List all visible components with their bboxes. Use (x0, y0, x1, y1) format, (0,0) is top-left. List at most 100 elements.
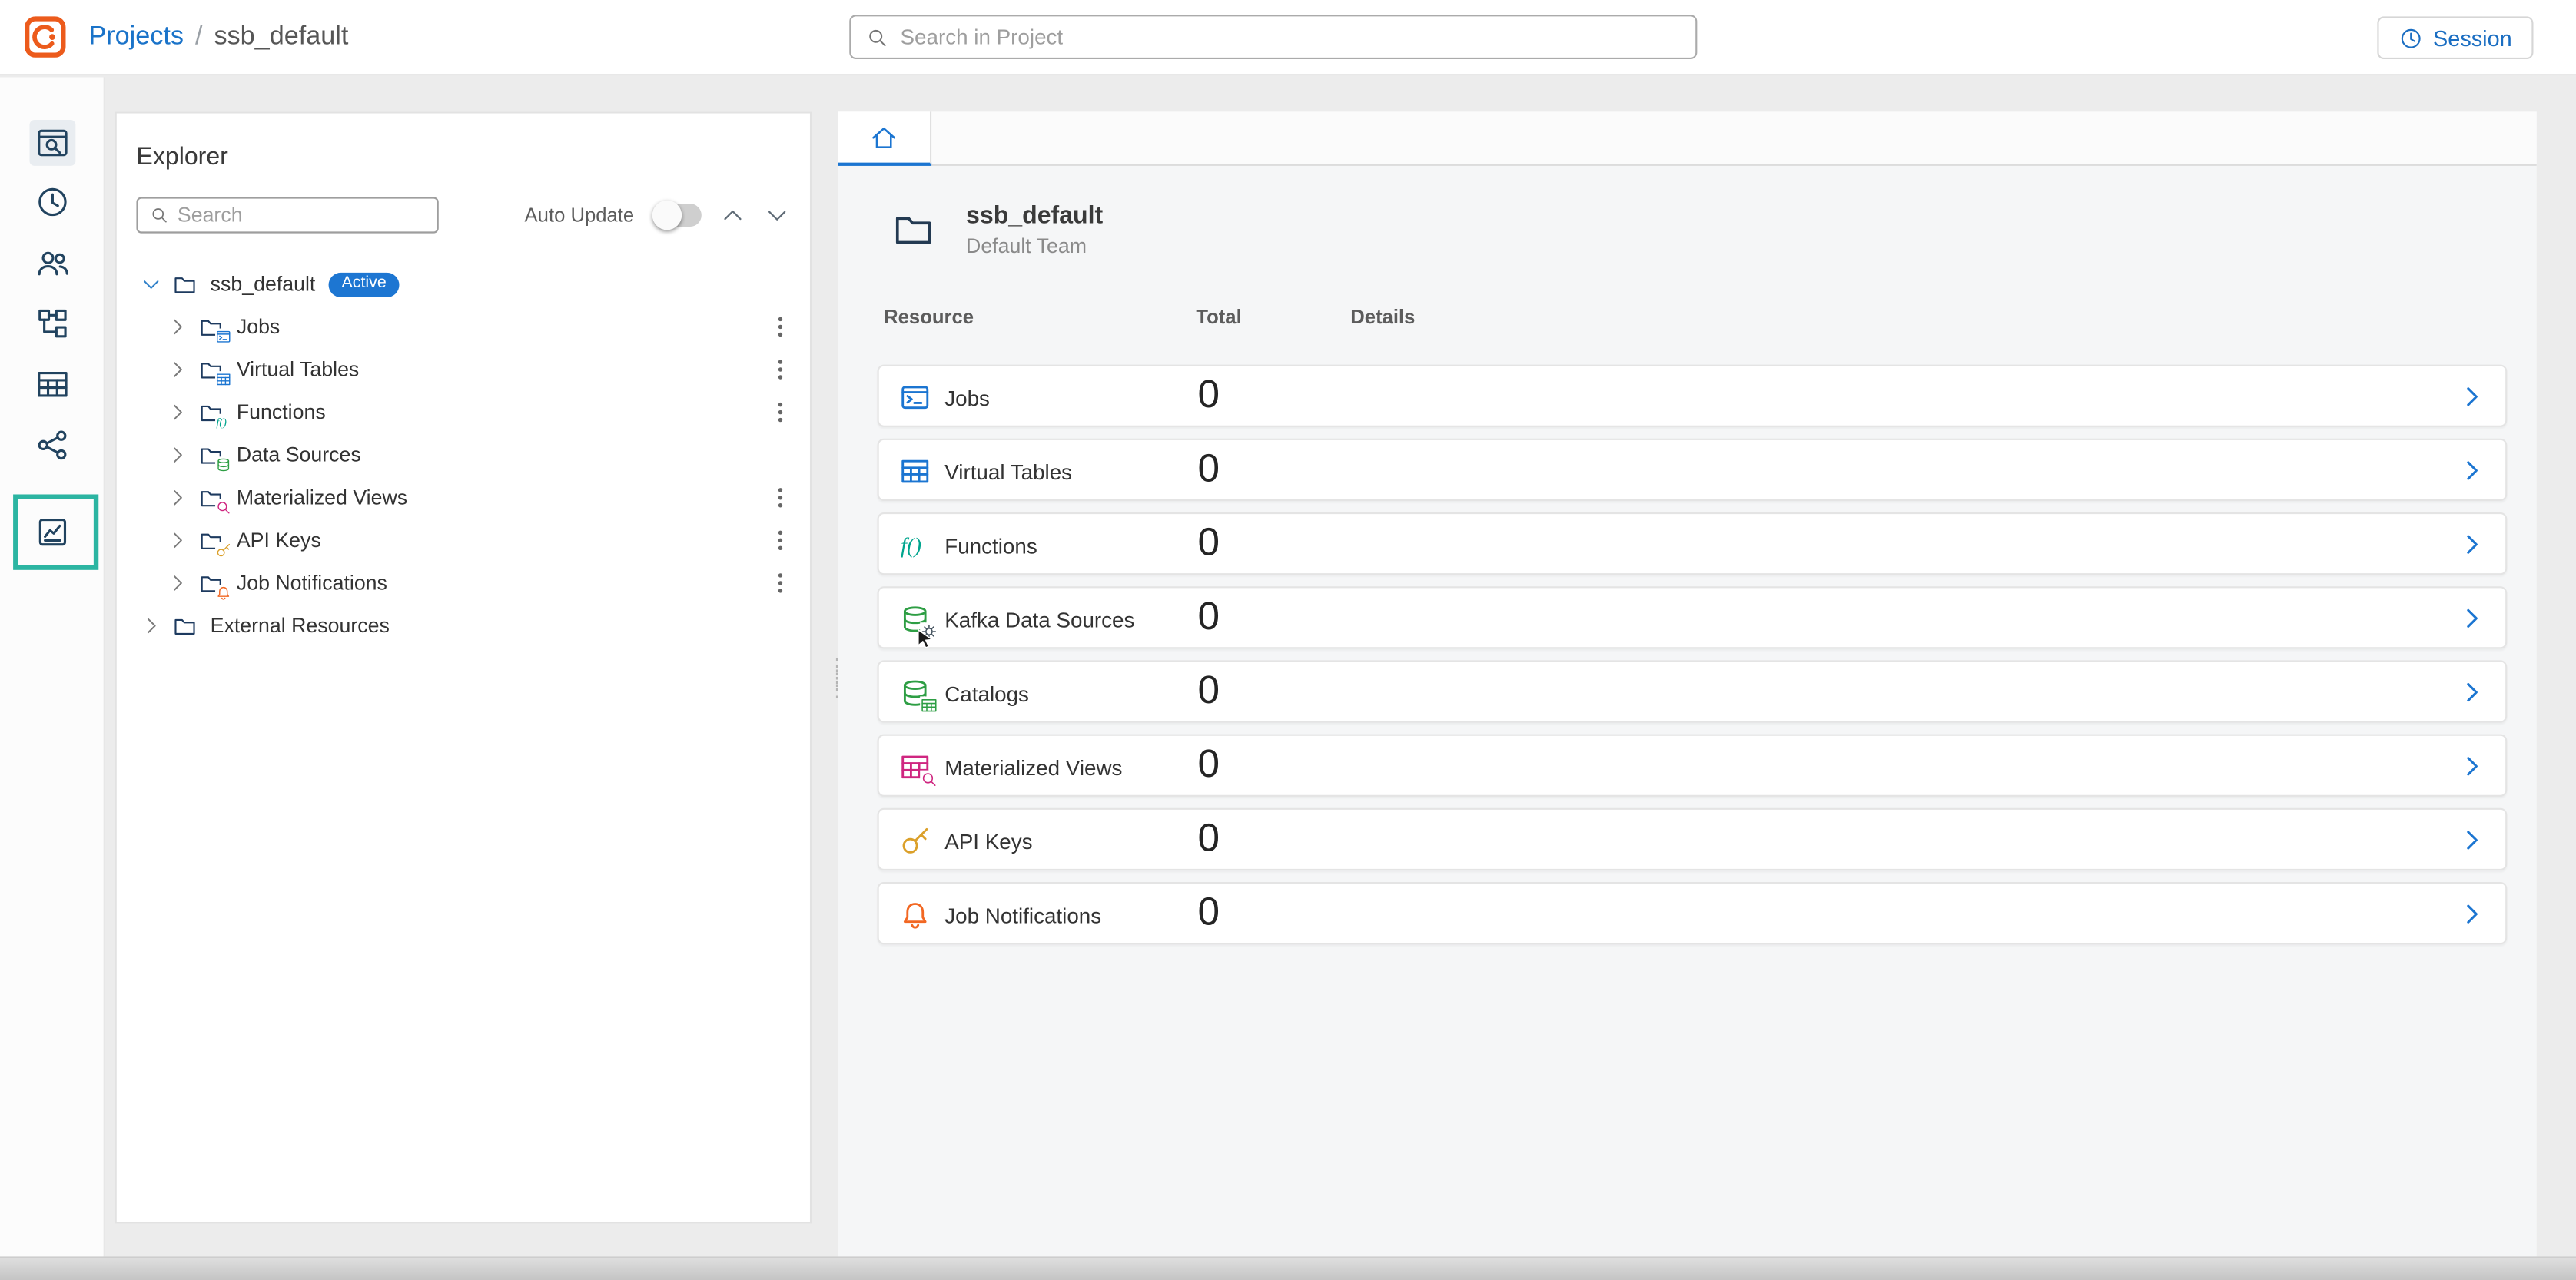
kebab-menu-icon[interactable] (767, 527, 793, 553)
project-team: Default Team (966, 235, 1103, 258)
tree-item-api-keys[interactable]: API Keys (117, 519, 810, 562)
expand-all-icon[interactable] (764, 202, 790, 228)
explorer-panel: Explorer Auto Update ssb_default Active (115, 111, 812, 1223)
virtual-tables-folder-icon (198, 357, 225, 382)
chevron-right-icon[interactable] (2458, 531, 2485, 559)
chevron-right-icon[interactable] (166, 315, 189, 338)
tree-item-label: External Resources (211, 615, 390, 638)
resource-total: 0 (1197, 521, 1220, 567)
tree-item-external-resources[interactable]: External Resources (117, 605, 810, 648)
resource-table-headers: Resource Total Details (878, 306, 2508, 332)
resource-label: Catalogs (944, 681, 1029, 705)
tree-item-job-notifications[interactable]: Job Notifications (117, 562, 810, 605)
resource-label: Functions (944, 533, 1037, 558)
row-jobs[interactable]: Jobs 0 (878, 365, 2508, 427)
chevron-right-icon[interactable] (140, 615, 163, 638)
chevron-right-icon[interactable] (2458, 826, 2485, 854)
resource-total: 0 (1197, 373, 1220, 419)
nav-explorer-icon[interactable] (29, 120, 75, 166)
chevron-right-icon[interactable] (166, 529, 189, 552)
auto-update-toggle[interactable] (652, 204, 702, 227)
main-panel: ssb_default Default Team Resource Total … (838, 111, 2536, 1255)
explorer-title: Explorer (136, 143, 809, 171)
tree-item-label: API Keys (237, 529, 321, 552)
chevron-right-icon[interactable] (166, 486, 189, 509)
row-virtual-tables[interactable]: Virtual Tables 0 (878, 439, 2508, 501)
session-button[interactable]: Session (2377, 16, 2533, 59)
kebab-menu-icon[interactable] (767, 313, 793, 340)
project-folder-icon (887, 209, 939, 252)
header-resource: Resource (884, 306, 974, 329)
resource-total: 0 (1197, 446, 1220, 492)
resource-label: Kafka Data Sources (944, 607, 1134, 632)
nav-tables-icon[interactable] (29, 361, 75, 407)
kebab-menu-icon[interactable] (767, 356, 793, 383)
job-notifications-folder-icon (198, 571, 225, 595)
chevron-right-icon[interactable] (2458, 678, 2485, 706)
nav-teams-icon[interactable] (29, 240, 75, 286)
chevron-right-icon[interactable] (2458, 383, 2485, 410)
resource-total: 0 (1197, 668, 1220, 715)
kebab-menu-icon[interactable] (767, 485, 793, 511)
project-header: ssb_default Default Team (887, 202, 1103, 258)
tree-item-project-root[interactable]: ssb_default Active (117, 263, 810, 306)
tree-item-materialized-views[interactable]: Materialized Views (117, 476, 810, 519)
nav-data-sources-icon[interactable] (29, 422, 75, 468)
chevron-right-icon[interactable] (2458, 900, 2485, 928)
chevron-right-icon[interactable] (166, 358, 189, 381)
kafka-data-sources-icon (898, 603, 931, 636)
resource-label: Job Notifications (944, 903, 1101, 927)
materialized-views-folder-icon (198, 486, 225, 510)
project-name: ssb_default (966, 202, 1103, 230)
tree-item-jobs[interactable]: Jobs (117, 306, 810, 349)
chevron-right-icon[interactable] (2458, 456, 2485, 484)
resource-label: API Keys (944, 829, 1032, 854)
explorer-controls: Auto Update (136, 197, 790, 234)
toggle-knob (652, 201, 682, 230)
project-search-input[interactable] (901, 25, 1696, 49)
row-api-keys[interactable]: API Keys 0 (878, 808, 2508, 870)
tree-item-label: Jobs (237, 315, 280, 338)
row-kafka-data-sources[interactable]: Kafka Data Sources 0 (878, 586, 2508, 648)
chevron-right-icon[interactable] (166, 401, 189, 424)
kebab-menu-icon[interactable] (767, 399, 793, 425)
row-materialized-views[interactable]: Materialized Views 0 (878, 735, 2508, 797)
row-catalogs[interactable]: Catalogs 0 (878, 660, 2508, 722)
tree-item-virtual-tables[interactable]: Virtual Tables (117, 348, 810, 391)
functions-icon (898, 529, 931, 562)
nav-sql-history-icon[interactable] (29, 179, 75, 225)
tree-item-label: Materialized Views (237, 486, 407, 509)
project-search-box[interactable] (849, 15, 1697, 59)
breadcrumb-separator: / (195, 23, 203, 52)
tree-item-data-sources[interactable]: Data Sources (117, 433, 810, 476)
resource-label: Virtual Tables (944, 459, 1072, 484)
cloudera-logo-icon[interactable] (23, 15, 68, 59)
folder-icon (171, 272, 198, 297)
breadcrumb-projects-link[interactable]: Projects (88, 23, 184, 52)
chevron-right-icon[interactable] (2458, 605, 2485, 632)
collapse-all-icon[interactable] (719, 202, 745, 228)
virtual-tables-icon (898, 455, 931, 488)
job-notifications-icon (898, 898, 931, 931)
kebab-menu-icon[interactable] (767, 570, 793, 596)
resource-label: Materialized Views (944, 754, 1122, 779)
chevron-right-icon[interactable] (166, 572, 189, 595)
window-bottom-edge (0, 1255, 2576, 1280)
header-details: Details (1350, 306, 1415, 329)
data-sources-folder-icon (198, 443, 225, 467)
project-tree: ssb_default Active Jobs Virtual Tables (117, 263, 810, 647)
header-total: Total (1196, 306, 1241, 329)
tab-home[interactable] (838, 111, 931, 166)
row-job-notifications[interactable]: Job Notifications 0 (878, 882, 2508, 944)
explorer-search-input[interactable] (178, 204, 437, 227)
tree-item-label: Functions (237, 401, 326, 424)
nav-monitoring-icon[interactable] (29, 509, 75, 555)
chevron-right-icon[interactable] (2458, 752, 2485, 780)
chevron-right-icon[interactable] (166, 443, 189, 466)
nav-connectors-icon[interactable] (29, 300, 75, 347)
breadcrumb-current-project: ssb_default (214, 23, 348, 52)
explorer-search-box[interactable] (136, 197, 438, 234)
tree-item-functions[interactable]: Functions (117, 391, 810, 434)
row-functions[interactable]: Functions 0 (878, 512, 2508, 575)
chevron-down-icon[interactable] (140, 273, 163, 296)
